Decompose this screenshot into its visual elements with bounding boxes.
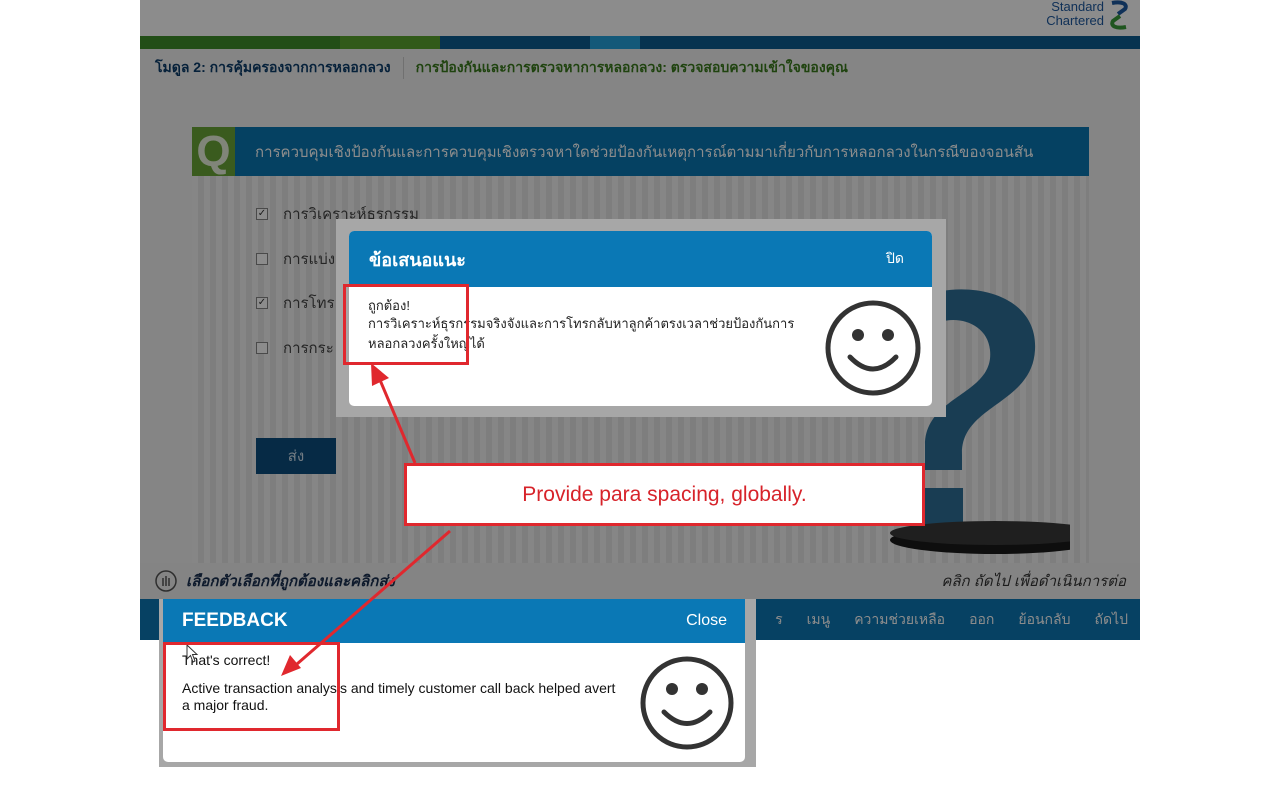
thai-dialog-title: ข้อเสนอแนะ (369, 249, 466, 270)
english-close-button[interactable]: Close (686, 612, 727, 630)
thai-close-button[interactable]: ปิด (886, 248, 904, 270)
english-dialog-header: FEEDBACK Close (163, 599, 745, 643)
smiley-icon (640, 656, 734, 750)
annotation-highlight-english (163, 642, 340, 731)
annotation-highlight-thai (343, 284, 469, 365)
annotation-note: Provide para spacing, globally. (404, 463, 925, 526)
smiley-icon (825, 300, 921, 396)
thai-dialog-header: ข้อเสนอแนะ ปิด (349, 231, 932, 287)
english-dialog-title: FEEDBACK (182, 610, 288, 631)
